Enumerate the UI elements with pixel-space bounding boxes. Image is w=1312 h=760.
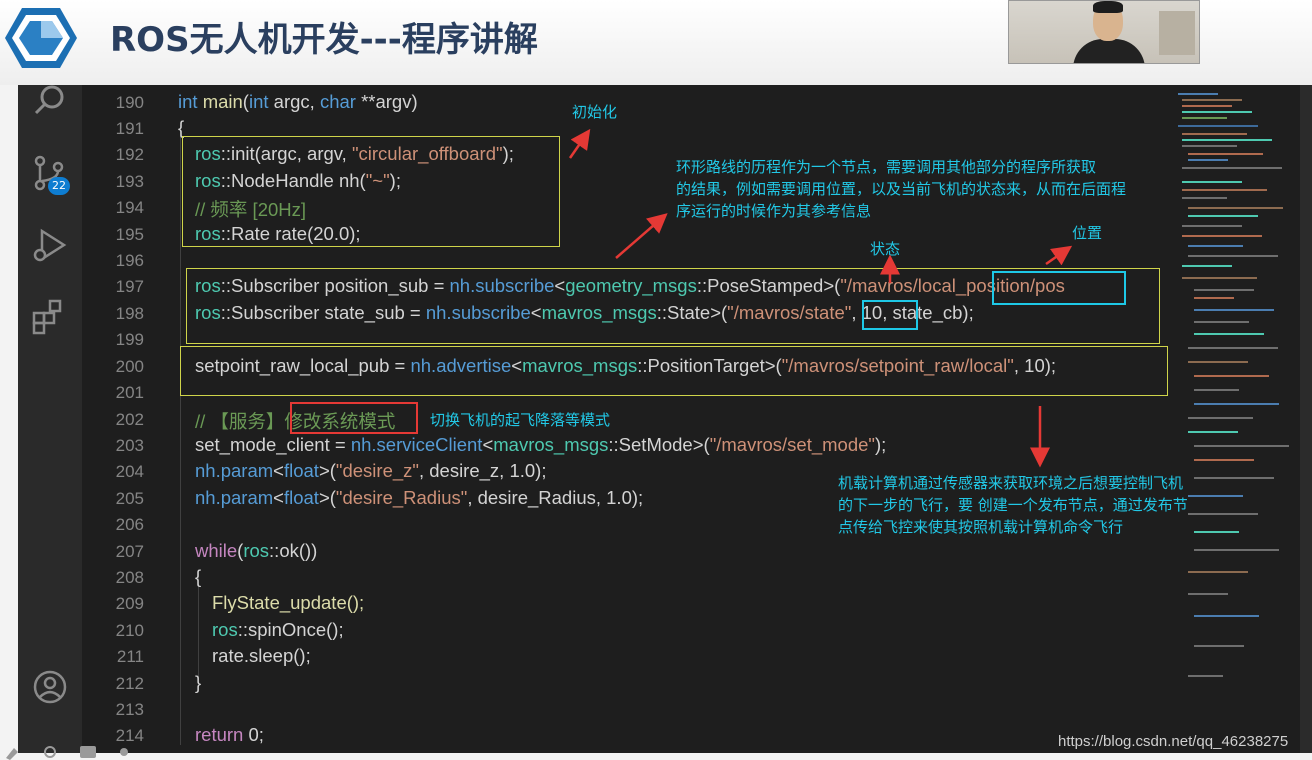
code-line-208: { xyxy=(195,566,202,587)
init-note: 初始化 xyxy=(572,103,618,121)
code-line-214: return 0; xyxy=(195,724,264,745)
line-number: 199 xyxy=(115,330,144,349)
minimap[interactable] xyxy=(1168,85,1298,753)
line-number: 208 xyxy=(115,568,144,587)
network-icon xyxy=(44,746,56,758)
line-number: 203 xyxy=(115,436,144,455)
line-number: 196 xyxy=(115,251,144,270)
code-line-205: nh.param<float>("desire_Radius", desire_… xyxy=(195,487,644,508)
state-highlight xyxy=(862,300,918,330)
node-description-line: 序运行的时候作为其参考信息 xyxy=(676,202,872,220)
line-number: 193 xyxy=(115,172,144,191)
player-controls xyxy=(6,746,128,760)
init-highlight-box xyxy=(182,136,560,247)
publisher-highlight-box xyxy=(180,346,1168,396)
local-position-highlight xyxy=(992,271,1126,305)
line-number: 206 xyxy=(115,515,144,534)
position-note: 位置 xyxy=(1072,224,1103,242)
publisher-note-line: 的下一步的飞行，要 创建一个发布节点，通过发布节 xyxy=(838,496,1188,514)
line-number: 211 xyxy=(116,647,144,666)
code-line-210: ros::spinOnce(); xyxy=(212,619,344,640)
line-number: 207 xyxy=(115,542,144,561)
node-description-line: 的结果，例如需要调用位置，以及当前飞机的状态来，从而在后面程 xyxy=(676,180,1127,198)
state-note: 状态 xyxy=(870,240,901,258)
watermark: https://blog.csdn.net/qq_46238275 xyxy=(1058,733,1289,750)
line-number: 212 xyxy=(115,674,144,693)
line-number: 192 xyxy=(115,145,144,164)
code-line-190: int main(int argc, char **argv) xyxy=(178,91,418,112)
publisher-note: 机载计算机通过传感器来获取环境之后想要控制飞机 的下一步的飞行，要 创建一个发布… xyxy=(838,472,1258,538)
node-description-note: 环形路线的历程作为一个节点，需要调用其他部分的程序所获取 的结果，例如需要调用位… xyxy=(676,156,1176,222)
code-line-204: nh.param<float>("desire_z", desire_z, 1.… xyxy=(195,460,547,481)
extensions-icon[interactable] xyxy=(30,297,70,337)
dot-icon xyxy=(120,748,128,756)
node-description-line: 环形路线的历程作为一个节点，需要调用其他部分的程序所获取 xyxy=(676,158,1097,176)
run-debug-icon[interactable] xyxy=(30,225,70,265)
publisher-note-line: 机载计算机通过传感器来获取环境之后想要控制飞机 xyxy=(838,474,1184,492)
code-line-203: set_mode_client = nh.serviceClient<mavro… xyxy=(195,434,887,455)
line-number: 195 xyxy=(115,225,144,244)
slide-title: ROS无人机开发---程序讲解 xyxy=(110,20,538,60)
code-line-212: } xyxy=(195,672,202,693)
camera-icon xyxy=(80,746,96,758)
code-line-209: FlyState_update(); xyxy=(212,592,365,613)
search-icon[interactable] xyxy=(30,85,70,123)
line-number: 205 xyxy=(115,489,144,508)
hexagon-logo-icon xyxy=(5,8,77,68)
mode-highlight xyxy=(290,402,418,434)
publisher-note-line: 点传给飞控来使其按照机载计算机命令飞行 xyxy=(838,518,1124,536)
pen-icon xyxy=(6,748,18,760)
vertical-scrollbar[interactable] xyxy=(1300,85,1312,753)
line-number: 200 xyxy=(115,357,144,376)
line-number: 202 xyxy=(115,410,144,429)
line-number: 190 xyxy=(115,93,144,112)
line-number: 191 xyxy=(115,119,144,138)
line-number: 201 xyxy=(115,383,144,402)
activity-bar: 22 xyxy=(18,85,82,753)
line-number: 198 xyxy=(115,304,144,323)
webcam-overlay xyxy=(1008,0,1200,64)
line-number: 197 xyxy=(115,277,144,296)
indent-guide xyxy=(180,125,181,745)
mode-switch-note: 切换飞机的起飞降落等模式 xyxy=(430,411,611,429)
slide-header: ROS无人机开发---程序讲解 xyxy=(0,0,1312,85)
indent-guide xyxy=(198,573,199,683)
source-control-badge: 22 xyxy=(48,177,70,195)
account-icon[interactable] xyxy=(30,667,70,707)
code-line-207: while(ros::ok()) xyxy=(195,540,318,561)
line-number: 210 xyxy=(115,621,144,640)
line-number: 204 xyxy=(115,462,144,481)
line-number: 209 xyxy=(115,594,144,613)
code-line-211: rate.sleep(); xyxy=(212,645,311,666)
line-number: 213 xyxy=(115,700,144,719)
line-number: 194 xyxy=(115,198,144,217)
